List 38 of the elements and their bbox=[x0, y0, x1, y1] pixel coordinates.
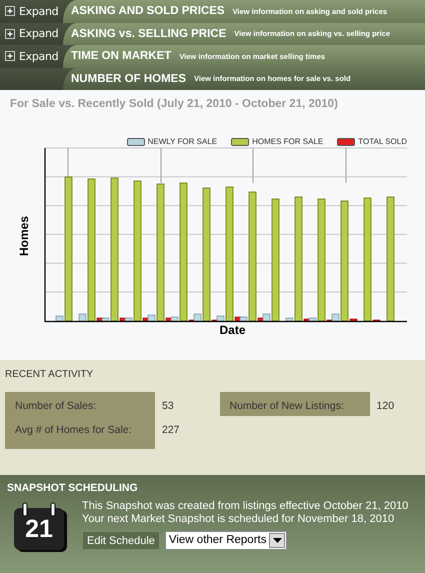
newly-for-sale-bar bbox=[286, 318, 294, 322]
stat-label: Avg # of Homes for Sale: bbox=[15, 424, 133, 436]
edit-schedule-button[interactable]: Edit Schedule bbox=[82, 531, 160, 550]
newly-for-sale-bar bbox=[148, 314, 156, 322]
stat-value: 120 bbox=[376, 400, 394, 412]
newly-for-sale-bar bbox=[102, 318, 110, 322]
newly-for-sale-bar bbox=[332, 314, 340, 322]
expand-button[interactable]: Expand bbox=[5, 4, 58, 18]
stat-value: 227 bbox=[162, 424, 180, 436]
legend-label: HOMES FOR SALE bbox=[252, 137, 324, 146]
total-sold-bar bbox=[350, 318, 358, 322]
newly-for-sale-bar bbox=[216, 316, 224, 322]
newly-for-sale-bar bbox=[56, 316, 64, 322]
newly-for-sale-bar bbox=[124, 318, 132, 322]
newly-for-sale-bar bbox=[308, 318, 316, 322]
section-heading: SNAPSHOT SCHEDULING bbox=[6, 481, 139, 494]
newly-for-sale-bar bbox=[240, 316, 248, 322]
stat-label: Number of New Listings: bbox=[230, 400, 345, 412]
newly-for-sale-bar bbox=[78, 314, 86, 322]
newly-for-sale-bar bbox=[194, 314, 202, 322]
plus-icon[interactable] bbox=[5, 28, 15, 39]
newly-for-sale-bar bbox=[262, 314, 270, 322]
legend-label: NEWLY FOR SALE bbox=[148, 137, 218, 146]
chart-title: For Sale vs. Recently Sold (July 21, 2010 - October 21, 2010) bbox=[9, 97, 339, 110]
schedule-text: Your next Market Snapshot is scheduled for November 18, 2010 bbox=[82, 513, 396, 526]
x-axis-label: Date bbox=[219, 323, 246, 337]
plus-icon[interactable] bbox=[5, 6, 15, 16]
expand-button[interactable]: Expand bbox=[5, 27, 58, 40]
newly-for-sale-bar bbox=[170, 316, 178, 322]
expand-button[interactable]: Expand bbox=[5, 50, 58, 63]
reports-dropdown[interactable]: View other Reports bbox=[164, 531, 288, 550]
section-heading: RECENT ACTIVITY bbox=[4, 368, 94, 380]
y-axis-label: Homes bbox=[17, 216, 31, 256]
stat-value: 53 bbox=[162, 400, 175, 412]
schedule-text: This Snapshot was created from listings effective October 21, 2010 bbox=[82, 500, 408, 513]
stat-label: Number of Sales: bbox=[15, 400, 98, 412]
plus-icon[interactable] bbox=[5, 51, 15, 62]
legend-label: TOTAL SOLD bbox=[358, 137, 407, 146]
